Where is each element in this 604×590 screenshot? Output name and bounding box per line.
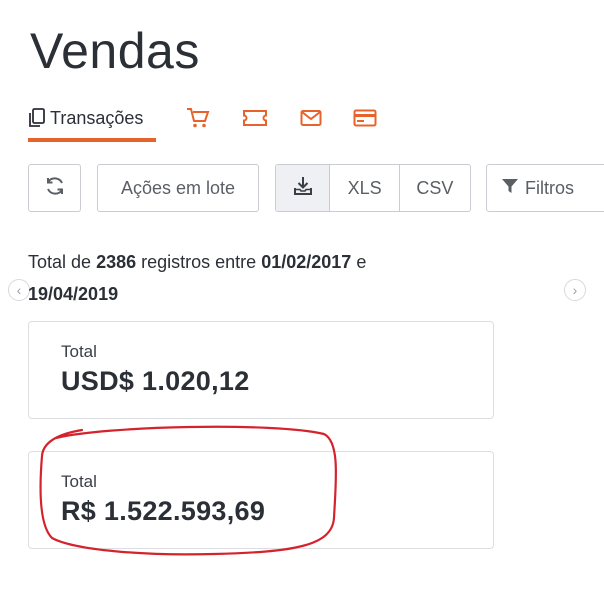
tab-transacoes[interactable]: Transações xyxy=(28,98,156,142)
filters-button[interactable]: Filtros xyxy=(486,164,604,212)
filter-icon xyxy=(501,177,519,200)
tab-bar: Transações xyxy=(28,98,588,144)
cart-icon xyxy=(186,107,210,129)
chevron-left-icon: ‹ xyxy=(16,282,22,298)
scroll-left-button[interactable]: ‹ xyxy=(8,279,30,301)
xls-button[interactable]: XLS xyxy=(330,165,400,211)
batch-actions-button[interactable]: Ações em lote xyxy=(97,164,259,212)
tab-mail[interactable] xyxy=(300,98,322,138)
summary-prefix: Total de xyxy=(28,252,92,272)
tab-credit-card[interactable] xyxy=(353,98,377,138)
summary-middle: registros entre xyxy=(141,252,257,272)
tab-cart[interactable] xyxy=(186,98,210,138)
summary-conj: e xyxy=(356,252,367,272)
start-date: 01/02/2017 xyxy=(261,252,352,272)
total-usd-card: Total USD$ 1.020,12 xyxy=(28,321,494,419)
total-usd-value: USD$ 1.020,12 xyxy=(61,366,250,396)
card-label: Total xyxy=(61,342,97,361)
scroll-right-button[interactable]: › xyxy=(564,279,586,301)
export-button-group: XLS CSV xyxy=(275,164,471,212)
filters-label: Filtros xyxy=(525,177,574,198)
copy-icon xyxy=(28,108,46,128)
refresh-icon xyxy=(44,175,66,202)
record-count: 2386 xyxy=(96,252,137,272)
tab-ticket[interactable] xyxy=(242,98,268,138)
download-icon xyxy=(292,175,314,202)
records-summary: Total de 2386 registros entre 01/02/2017… xyxy=(28,246,448,310)
csv-button[interactable]: CSV xyxy=(400,165,470,211)
toolbar: Ações em lote XLS CSV Filtros xyxy=(28,164,604,212)
chevron-right-icon: › xyxy=(572,282,578,298)
total-brl-card: Total R$ 1.522.593,69 xyxy=(28,451,494,549)
credit-card-icon xyxy=(353,109,377,127)
total-brl-value: R$ 1.522.593,69 xyxy=(61,496,266,526)
ticket-icon xyxy=(242,109,268,127)
download-button[interactable] xyxy=(276,165,331,211)
end-date: 19/04/2019 xyxy=(28,284,119,304)
page-title: Vendas xyxy=(30,23,200,79)
card-label: Total xyxy=(61,472,97,491)
mail-icon xyxy=(300,109,322,127)
tab-label: Transações xyxy=(50,107,144,128)
refresh-button[interactable] xyxy=(28,164,81,212)
